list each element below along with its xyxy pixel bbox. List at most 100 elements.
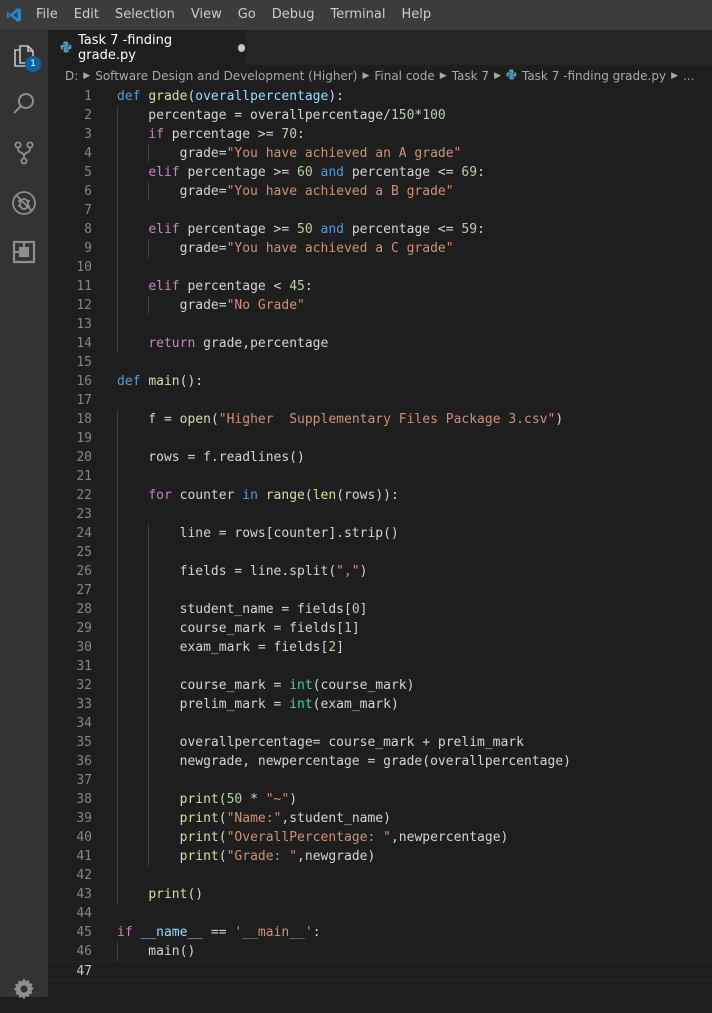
code-line[interactable]: 7 [48, 201, 712, 220]
code-text: main() [117, 944, 196, 959]
code-line[interactable]: 30 exam_mark = fields[2] [48, 638, 712, 657]
menu-item-help[interactable]: Help [393, 0, 439, 30]
menu-item-edit[interactable]: Edit [66, 0, 107, 30]
code-line[interactable]: 47 [48, 961, 712, 980]
indent-guide [117, 638, 118, 657]
code-line[interactable]: 29 course_mark = fields[1] [48, 619, 712, 638]
line-number: 29 [76, 621, 92, 636]
code-line[interactable]: 16 def main(): [48, 372, 712, 391]
code-line[interactable]: 5 elif percentage >= 60 and percentage <… [48, 163, 712, 182]
code-line[interactable]: 31 [48, 657, 712, 676]
menu-item-debug[interactable]: Debug [264, 0, 323, 30]
code-line[interactable]: 12 grade="No Grade" [48, 296, 712, 315]
explorer-icon[interactable]: 1 [0, 32, 48, 80]
code-editor[interactable]: 1 def grade(overallpercentage): 2 percenta… [48, 87, 712, 997]
indent-guide [117, 182, 118, 201]
breadcrumb-item[interactable]: Final code [374, 69, 434, 83]
breadcrumb-chevron-icon: ▶ [83, 71, 91, 81]
code-line[interactable]: 8 elif percentage >= 50 and percentage <… [48, 220, 712, 239]
line-number: 31 [76, 659, 92, 674]
code-text: f = open("Higher Supplementary Files Pac… [117, 412, 564, 427]
code-line[interactable]: 10 [48, 258, 712, 277]
code-line[interactable]: 44 [48, 904, 712, 923]
breadcrumb-chevron-icon: ▶ [362, 71, 370, 81]
code-line[interactable]: 38 print(50 * "~") [48, 790, 712, 809]
code-line[interactable]: 24 line = rows[counter].strip() [48, 524, 712, 543]
breadcrumb-item[interactable]: D: [65, 69, 78, 83]
code-line[interactable]: 17 [48, 391, 712, 410]
code-line[interactable]: 28 student_name = fields[0] [48, 600, 712, 619]
indent-guide [148, 657, 150, 676]
menu-item-view[interactable]: View [183, 0, 230, 30]
code-line[interactable]: 25 [48, 543, 712, 562]
code-line[interactable]: 23 [48, 505, 712, 524]
code-line[interactable]: 9 grade="You have achieved a C grade" [48, 239, 712, 258]
code-line[interactable]: 11 elif percentage < 45: [48, 277, 712, 296]
code-line[interactable]: 39 print("Name:",student_name) [48, 809, 712, 828]
indent-guide [117, 676, 118, 695]
code-line[interactable]: 1 def grade(overallpercentage): [48, 87, 712, 106]
indent-guide [117, 467, 118, 486]
source-control-icon[interactable] [0, 129, 48, 177]
breadcrumb-item[interactable]: Task 7 [452, 69, 489, 83]
code-line[interactable]: 26 fields = line.split(",") [48, 562, 712, 581]
indent-guide [117, 429, 118, 448]
editor-tab-active[interactable]: Task 7 -finding grade.py [48, 30, 245, 65]
code-line[interactable]: 43 print() [48, 885, 712, 904]
menu-item-file[interactable]: File [28, 0, 66, 30]
line-number: 44 [76, 906, 92, 921]
extensions-icon[interactable] [0, 228, 48, 276]
menu-item-selection[interactable]: Selection [107, 0, 183, 30]
breadcrumb-item[interactable]: Task 7 -finding grade.py [522, 69, 666, 83]
indent-guide [148, 296, 150, 315]
code-line[interactable]: 27 [48, 581, 712, 600]
code-line[interactable]: 21 [48, 467, 712, 486]
code-line[interactable]: 42 [48, 866, 712, 885]
indent-guide [117, 505, 118, 524]
code-line[interactable]: 45 if __name__ == '__main__': [48, 923, 712, 942]
code-line[interactable]: 36 newgrade, newpercentage = grade(overa… [48, 752, 712, 771]
code-line[interactable]: 18 f = open("Higher Supplementary Files … [48, 410, 712, 429]
indent-guide [148, 619, 150, 638]
tab-label: Task 7 -finding grade.py [78, 32, 173, 63]
line-number: 35 [76, 735, 92, 750]
line-number: 28 [76, 602, 92, 617]
code-line[interactable]: 19 [48, 429, 712, 448]
code-line[interactable]: 33 prelim_mark = int(exam_mark) [48, 695, 712, 714]
breadcrumb-item[interactable]: ... [683, 69, 694, 83]
code-line[interactable]: 41 print("Grade: ",newgrade) [48, 847, 712, 866]
code-line[interactable]: 22 for counter in range(len(rows)): [48, 486, 712, 505]
line-number: 33 [76, 697, 92, 712]
menu-item-terminal[interactable]: Terminal [323, 0, 394, 30]
indent-guide [117, 524, 118, 543]
code-line[interactable]: 20 rows = f.readlines() [48, 448, 712, 467]
breadcrumb-item[interactable]: Software Design and Development (Higher) [95, 69, 357, 83]
code-line[interactable]: 46 main() [48, 942, 712, 961]
line-number: 22 [76, 488, 92, 503]
code-line[interactable]: 37 [48, 771, 712, 790]
code-line[interactable]: 15 [48, 353, 712, 372]
indent-guide [117, 125, 118, 144]
vscode-logo-icon [0, 0, 28, 30]
line-number: 40 [76, 830, 92, 845]
code-line[interactable]: 2 percentage = overallpercentage/150*100 [48, 106, 712, 125]
code-line[interactable]: 34 [48, 714, 712, 733]
indent-guide [117, 885, 118, 904]
code-line[interactable]: 40 print("OverallPercentage: ",newpercen… [48, 828, 712, 847]
code-line[interactable]: 3 if percentage >= 70: [48, 125, 712, 144]
search-icon[interactable] [0, 80, 48, 128]
settings-gear-icon[interactable] [0, 965, 48, 1013]
code-line[interactable]: 14 return grade,percentage [48, 334, 712, 353]
indent-guide [117, 714, 118, 733]
menu-item-go[interactable]: Go [230, 0, 264, 30]
unsaved-dot-icon[interactable] [237, 43, 245, 52]
code-line[interactable]: 13 [48, 315, 712, 334]
code-line[interactable]: 32 course_mark = int(course_mark) [48, 676, 712, 695]
code-text: grade="You have achieved a C grade" [117, 241, 454, 256]
code-line[interactable]: 4 grade="You have achieved an A grade" [48, 144, 712, 163]
debug-icon[interactable] [0, 179, 48, 227]
code-text: def grade(overallpercentage): [117, 89, 344, 104]
line-number: 15 [76, 355, 92, 370]
code-line[interactable]: 6 grade="You have achieved a B grade" [48, 182, 712, 201]
code-line[interactable]: 35 overallpercentage= course_mark + prel… [48, 733, 712, 752]
